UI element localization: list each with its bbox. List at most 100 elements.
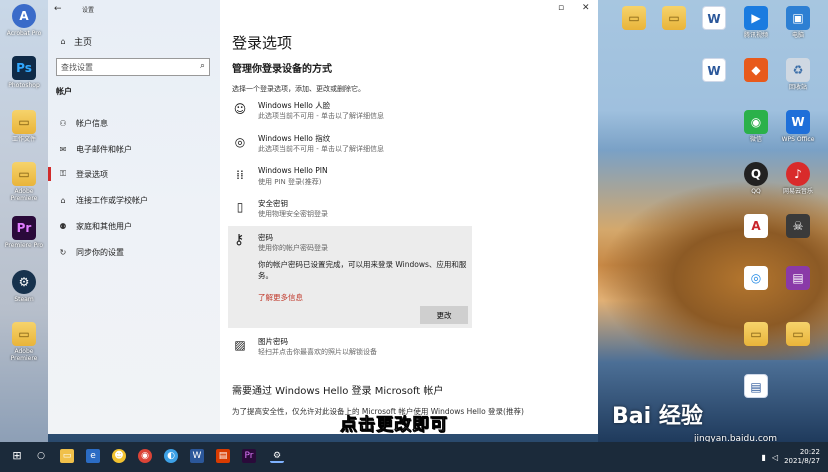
desktop-icon-r1[interactable]: ▭ (614, 6, 654, 32)
folder-icon: ▭ (12, 110, 36, 134)
folder-icon: ▭ (12, 162, 36, 186)
video-subtitle: 点击更改即可 (340, 415, 448, 436)
family-icon: ⚉ (59, 221, 67, 231)
search-icon[interactable]: ○ (34, 449, 48, 463)
learn-more-link[interactable]: 了解更多信息 (258, 292, 303, 303)
desktop-icon-r3[interactable]: W (694, 6, 734, 32)
description: 选择一个登录选项，添加、更改或删除它。 (232, 85, 365, 93)
option-password-expanded: ⚷ 密码 使用你的帐户密码登录 你的帐户密码已设置完成，可以用来登录 Windo… (228, 226, 472, 328)
desktop-icon-autocad[interactable]: A (736, 214, 776, 240)
desktop-icon-r19[interactable]: ▭ (778, 322, 818, 348)
qq-browser-icon[interactable]: ☻ (112, 449, 126, 463)
fingerprint-icon: ◎ (234, 135, 246, 149)
folder-icon: ▭ (662, 6, 686, 30)
app-icon[interactable]: ▤ (216, 449, 230, 463)
start-button[interactable]: ⊞ (10, 449, 24, 463)
doc-icon: ▤ (744, 374, 768, 398)
app-icon: ◆ (744, 58, 768, 82)
desktop-icon-folder-3[interactable]: ▭ Adobe Premiere (4, 322, 44, 362)
steam-icon: ⚙ (12, 270, 36, 294)
hello-heading: 需要通过 Windows Hello 登录 Microsoft 帐户 (232, 386, 444, 397)
home-nav[interactable]: ⌂ 主页 (58, 35, 92, 48)
settings-sidebar: ⌂ 主页 查找设置 ⌕ 帐户 ⚇ 帐户信息 ✉ 电子邮件和帐户 ⚿ 登录选项 ⌂… (48, 0, 220, 434)
desktop-icon-r18[interactable]: ▭ (736, 322, 776, 348)
desktop-icon-r2[interactable]: ▭ (654, 6, 694, 32)
premiere-icon[interactable]: Pr (242, 449, 256, 463)
desktop-icon-r4[interactable]: ▶ 腾讯视频 (736, 6, 776, 39)
folder-icon: ▭ (12, 322, 36, 346)
desktop-icon-r20[interactable]: ▤ (736, 374, 776, 400)
home-icon: ⌂ (60, 37, 66, 46)
password-info: 你的帐户密码已设置完成，可以用来登录 Windows、应用和服务。 (258, 260, 467, 280)
mail-icon: ✉ (59, 144, 67, 154)
computer-icon: ▣ (786, 6, 810, 30)
usb-key-icon: ▯ (236, 200, 244, 214)
search-icon: ⌕ (199, 61, 205, 71)
premiere-icon: Pr (12, 216, 36, 240)
sidebar-item-sync[interactable]: ↻ 同步你的设置 (48, 241, 220, 263)
desktop-icon-folder-1[interactable]: ▭ 工作文件 (4, 110, 44, 143)
desktop-icon-qq[interactable]: Q QQ (736, 162, 776, 195)
settings-icon[interactable]: ⚙ (270, 449, 284, 463)
sidebar-item-work-school[interactable]: ⌂ 连接工作或学校帐户 (48, 189, 220, 211)
folder-icon: ▭ (622, 6, 646, 30)
option-hello-face[interactable]: ☺ Windows Hello 人脸 此选项当前不可用 - 单击以了解详细信息 (232, 100, 472, 128)
network-icon[interactable]: ▮ (762, 453, 766, 462)
desktop-icon-folder-2[interactable]: ▭ Adobe Premiere (4, 162, 44, 202)
settings-content: 登录选项 管理你登录设备的方式 选择一个登录选项，添加、更改或删除它。 ☺ Wi… (220, 0, 598, 434)
desktop-icon-wps[interactable]: W WPS Office (778, 110, 818, 143)
wechat-icon: ◉ (744, 110, 768, 134)
desktop-icon-steam[interactable]: ⚙ Steam (4, 270, 44, 303)
edge-icon[interactable]: e (86, 449, 100, 463)
winrar-icon: ▤ (786, 266, 810, 290)
desktop-icon-photoshop[interactable]: Ps Photoshop (4, 56, 44, 89)
desktop-icon-acrobat[interactable]: A Acrobat Pro (4, 4, 44, 37)
desktop-icon-recycle[interactable]: ♻ 回收站 (778, 58, 818, 91)
desktop-icon-pirate[interactable]: ☠ (778, 214, 818, 240)
option-picture-password[interactable]: ▨ 图片密码 轻扫并点击你最喜欢的照片以解锁设备 (232, 336, 472, 364)
section-heading: 帐户 (56, 87, 72, 96)
desktop-icon-music[interactable]: ♪ 网易云音乐 (778, 162, 818, 195)
system-tray: ▮ ◁ 20:22 2021/8/27 (762, 442, 820, 472)
sidebar-item-family[interactable]: ⚉ 家庭和其他用户 (48, 215, 220, 237)
option-security-key[interactable]: ▯ 安全密钥 使用物理安全密钥登录 (232, 198, 472, 226)
acrobat-icon: A (12, 4, 36, 28)
qq-icon: Q (744, 162, 768, 186)
file-explorer-icon[interactable]: ▭ (60, 449, 74, 463)
app-icon[interactable]: ◐ (164, 449, 178, 463)
subheading: 管理你登录设备的方式 (232, 64, 332, 75)
person-icon: ⚇ (59, 118, 67, 128)
option-hello-pin[interactable]: ⁞⁞ Windows Hello PIN 使用 PIN 登录(推荐) (232, 166, 472, 194)
sync-icon: ↻ (59, 247, 67, 257)
window-title: 设置 (82, 7, 95, 14)
sidebar-item-sign-in-options[interactable]: ⚿ 登录选项 (48, 163, 220, 185)
briefcase-icon: ⌂ (60, 195, 66, 205)
wps-icon: W (786, 110, 810, 134)
option-hello-fingerprint[interactable]: ◎ Windows Hello 指纹 此选项当前不可用 - 单击以了解详细信息 (232, 133, 472, 161)
video-icon: ▶ (744, 6, 768, 30)
key-icon: ⚿ (59, 169, 67, 178)
sidebar-item-account-info[interactable]: ⚇ 帐户信息 (48, 112, 220, 134)
desktop-icon-r5[interactable]: ▣ 电脑 (778, 6, 818, 39)
back-button[interactable]: ← (54, 4, 62, 14)
word-icon[interactable]: W (190, 449, 204, 463)
desktop-icon-r6[interactable]: W (694, 58, 734, 84)
music-icon: ♪ (786, 162, 810, 186)
volume-icon[interactable]: ◁ (772, 453, 778, 462)
pin-keypad-icon: ⁞⁞ (236, 168, 244, 182)
app-icon: ◎ (744, 266, 768, 290)
word-icon: W (702, 6, 726, 30)
folder-icon: ▭ (786, 322, 810, 346)
word-icon: W (702, 58, 726, 82)
change-button[interactable]: 更改 (420, 306, 468, 324)
sidebar-item-email-accounts[interactable]: ✉ 电子邮件和帐户 (48, 138, 220, 160)
desktop-icon-r8[interactable]: ◆ (736, 58, 776, 84)
desktop-icon-winrar[interactable]: ▤ (778, 266, 818, 292)
search-input[interactable]: 查找设置 ⌕ (56, 58, 210, 76)
desktop-icon-premiere[interactable]: Pr Premiere Pro (4, 216, 44, 249)
desktop-icon-wechat[interactable]: ◉ 微信 (736, 110, 776, 143)
chrome-icon[interactable]: ◉ (138, 449, 152, 463)
clock[interactable]: 20:22 2021/8/27 (784, 448, 820, 466)
desktop-icon-r16[interactable]: ◎ (736, 266, 776, 292)
folder-icon: ▭ (744, 322, 768, 346)
